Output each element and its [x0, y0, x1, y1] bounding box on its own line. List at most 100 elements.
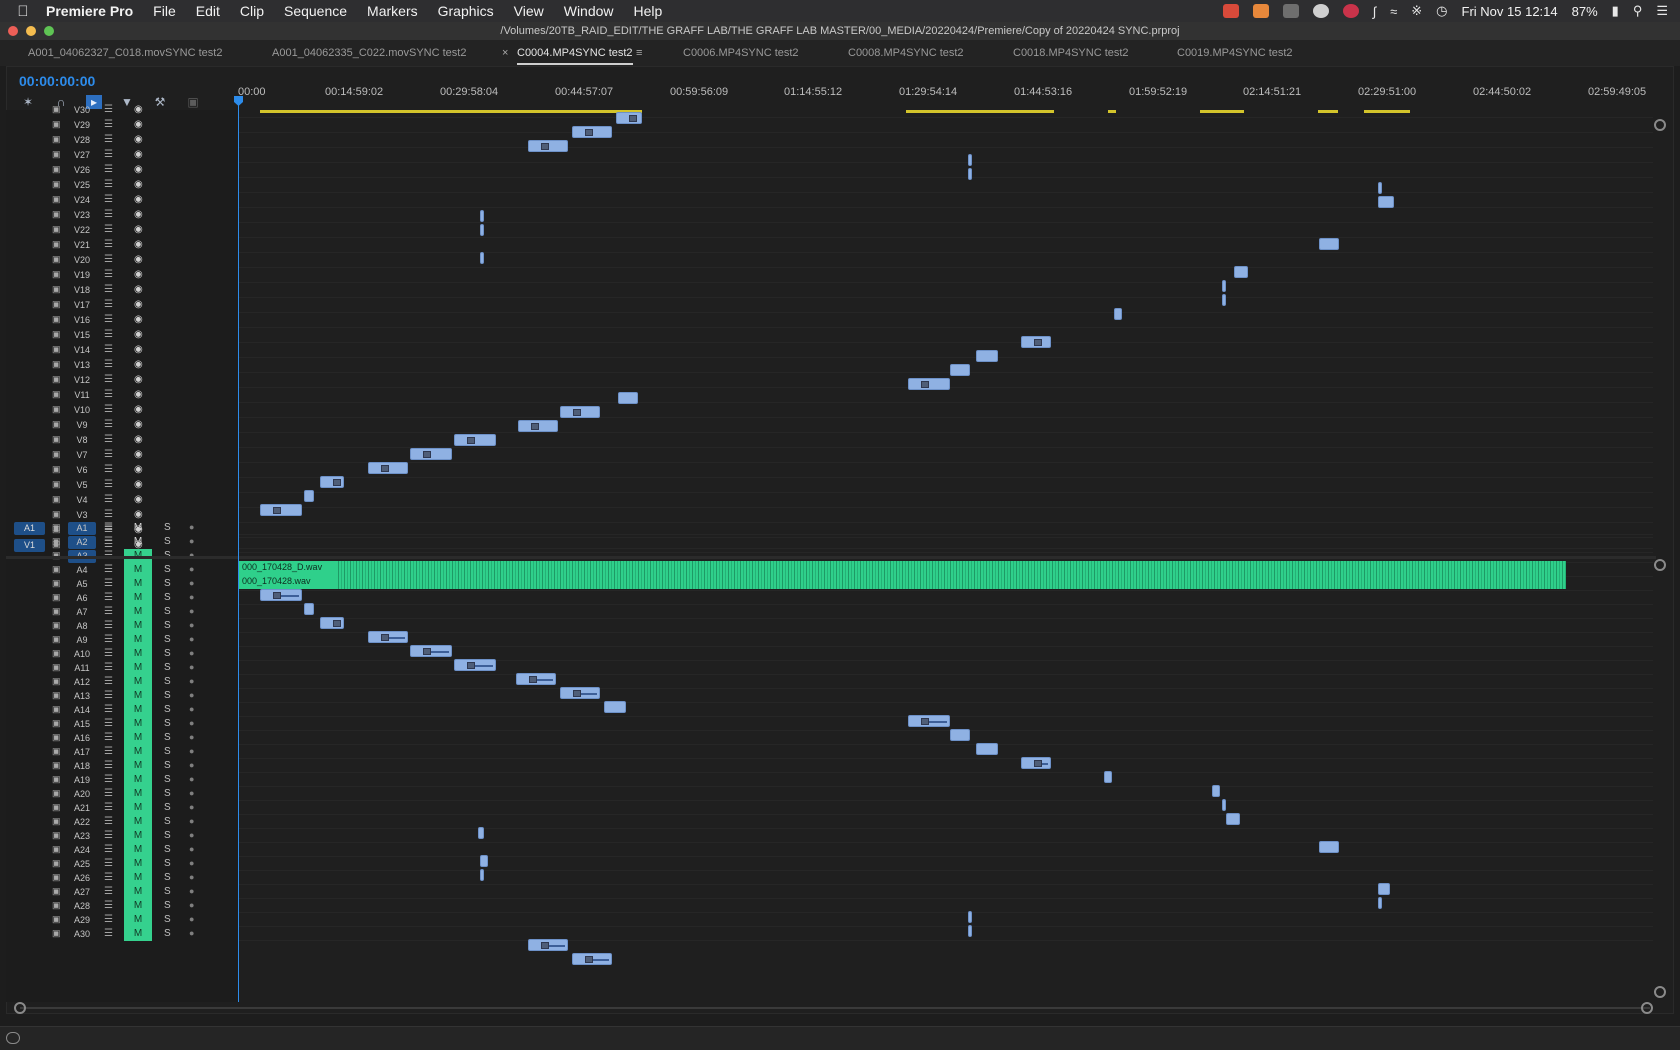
solo-button[interactable]: S	[164, 676, 176, 688]
sync-lock-icon[interactable]: ☰	[104, 389, 118, 401]
track-name[interactable]: V16	[68, 314, 96, 327]
video-track-lane[interactable]	[238, 178, 1653, 193]
audio-clip[interactable]	[368, 631, 408, 643]
mute-button[interactable]: M	[124, 829, 152, 843]
video-clip[interactable]	[1222, 294, 1226, 306]
track-name[interactable]: V28	[68, 134, 96, 147]
voiceover-mic-icon[interactable]: ●	[189, 564, 199, 576]
audio-track-lane[interactable]	[238, 675, 1653, 689]
track-name[interactable]: V26	[68, 164, 96, 177]
video-track-lane[interactable]	[238, 403, 1653, 418]
solo-button[interactable]: S	[164, 718, 176, 730]
mute-button[interactable]: M	[124, 675, 152, 689]
solo-button[interactable]: S	[164, 564, 176, 576]
eye-icon[interactable]: ◉	[134, 359, 148, 371]
sync-lock-icon[interactable]: ☰	[104, 254, 118, 266]
voiceover-mic-icon[interactable]: ●	[189, 690, 199, 702]
video-track-lane[interactable]	[238, 493, 1653, 508]
solo-button[interactable]: S	[164, 760, 176, 772]
video-track-lane[interactable]	[238, 388, 1653, 403]
lock-icon[interactable]: ▣	[52, 284, 63, 296]
eye-icon[interactable]: ◉	[134, 209, 148, 221]
track-name[interactable]: A16	[68, 732, 96, 745]
lock-icon[interactable]: ▣	[52, 704, 63, 716]
lock-icon[interactable]: ▣	[52, 914, 63, 926]
solo-button[interactable]: S	[164, 872, 176, 884]
video-clip[interactable]	[1319, 238, 1339, 250]
lock-icon[interactable]: ▣	[52, 606, 63, 618]
mute-button[interactable]: M	[124, 577, 152, 591]
sync-lock-icon[interactable]: ☰	[104, 464, 118, 476]
track-name[interactable]: A6	[68, 592, 96, 605]
track-name[interactable]: A11	[68, 662, 96, 675]
track-name[interactable]: A8	[68, 620, 96, 633]
voiceover-mic-icon[interactable]: ●	[189, 732, 199, 744]
tab-menu-icon[interactable]: ≡	[636, 47, 642, 59]
audio-clip[interactable]	[1104, 771, 1112, 783]
sync-lock-icon[interactable]: ☰	[104, 816, 118, 828]
lock-icon[interactable]: ▣	[52, 404, 63, 416]
sync-lock-icon[interactable]: ☰	[104, 648, 118, 660]
menu-help[interactable]: Help	[634, 3, 663, 19]
solo-button[interactable]: S	[164, 662, 176, 674]
lock-icon[interactable]: ▣	[52, 329, 63, 341]
eye-icon[interactable]: ◉	[134, 164, 148, 176]
video-track-lane[interactable]	[238, 208, 1653, 223]
sync-lock-icon[interactable]: ☰	[104, 676, 118, 688]
audio-clip[interactable]	[560, 687, 600, 699]
video-track-lane[interactable]	[238, 133, 1653, 148]
mute-button[interactable]: M	[124, 703, 152, 717]
track-name[interactable]: V13	[68, 359, 96, 372]
video-track-lane[interactable]	[238, 313, 1653, 328]
eye-icon[interactable]: ◉	[134, 299, 148, 311]
track-name[interactable]: A2	[68, 536, 96, 549]
sync-lock-icon[interactable]: ☰	[104, 900, 118, 912]
sync-lock-icon[interactable]: ☰	[104, 479, 118, 491]
audio-track-lane[interactable]	[238, 815, 1653, 829]
lock-icon[interactable]: ▣	[52, 760, 63, 772]
lock-icon[interactable]: ▣	[52, 564, 63, 576]
audio-track-lane[interactable]	[238, 885, 1653, 899]
sync-lock-icon[interactable]: ☰	[104, 344, 118, 356]
video-clip[interactable]	[950, 364, 970, 376]
menu-markers[interactable]: Markers	[367, 3, 418, 19]
track-name[interactable]: V12	[68, 374, 96, 387]
track-name[interactable]: A29	[68, 914, 96, 927]
audio-clip[interactable]	[528, 939, 568, 951]
video-track-lane[interactable]	[238, 268, 1653, 283]
solo-button[interactable]: S	[164, 522, 176, 534]
lock-icon[interactable]: ▣	[52, 239, 63, 251]
video-clip[interactable]	[304, 490, 314, 502]
audio-clip[interactable]	[478, 827, 484, 839]
mute-button[interactable]: M	[124, 633, 152, 647]
tab-sequence[interactable]: C0019.MP4SYNC test2	[1177, 47, 1293, 59]
lock-icon[interactable]: ▣	[52, 886, 63, 898]
sync-lock-icon[interactable]: ☰	[104, 404, 118, 416]
tray-grid-icon[interactable]	[1282, 4, 1299, 18]
audio-scroll-bottom-handle[interactable]	[1654, 986, 1666, 998]
mute-button[interactable]: M	[124, 619, 152, 633]
sync-lock-icon[interactable]: ☰	[104, 522, 118, 534]
track-name[interactable]: A28	[68, 900, 96, 913]
bluetooth-icon[interactable]: ※	[1411, 3, 1422, 19]
lock-icon[interactable]: ▣	[52, 254, 63, 266]
voiceover-mic-icon[interactable]: ●	[189, 620, 199, 632]
eye-icon[interactable]: ◉	[134, 224, 148, 236]
voiceover-mic-icon[interactable]: ●	[189, 802, 199, 814]
eye-icon[interactable]: ◉	[134, 479, 148, 491]
render-status-icon[interactable]	[6, 1032, 20, 1044]
time-machine-icon[interactable]: ◷	[1436, 3, 1447, 19]
video-clip[interactable]	[480, 252, 484, 264]
playhead-timecode[interactable]: 00:00:00:00	[19, 73, 95, 89]
track-name[interactable]: V18	[68, 284, 96, 297]
eye-icon[interactable]: ◉	[134, 434, 148, 446]
menu-graphics[interactable]: Graphics	[438, 3, 494, 19]
voiceover-mic-icon[interactable]: ●	[189, 522, 199, 534]
solo-button[interactable]: S	[164, 928, 176, 940]
eye-icon[interactable]: ◉	[134, 284, 148, 296]
lock-icon[interactable]: ▣	[52, 389, 63, 401]
mute-button[interactable]: M	[124, 661, 152, 675]
eye-icon[interactable]: ◉	[134, 404, 148, 416]
track-name[interactable]: V22	[68, 224, 96, 237]
voiceover-mic-icon[interactable]: ●	[189, 760, 199, 772]
